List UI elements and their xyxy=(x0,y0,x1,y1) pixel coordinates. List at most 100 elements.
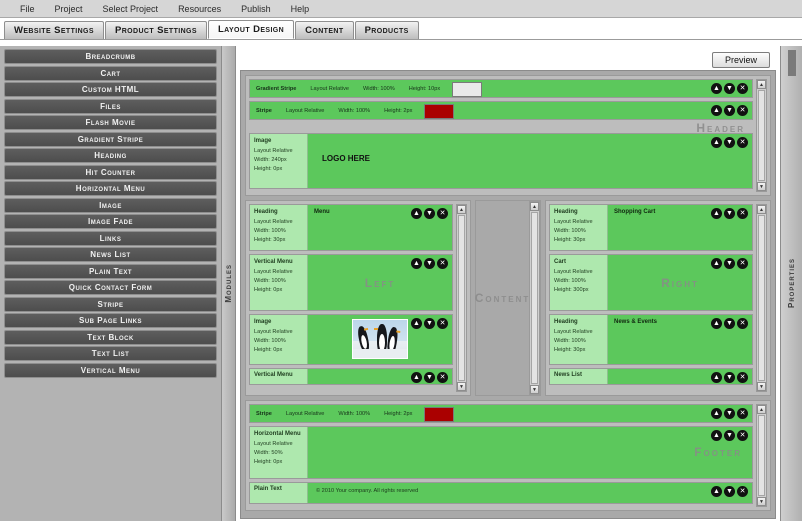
block-image-logo[interactable]: Image Layout Relative Width: 240px Heigh… xyxy=(249,133,753,189)
block-horizontal-menu[interactable]: Horizontal Menu Layout Relative Width: 5… xyxy=(249,426,753,479)
module-news-list[interactable]: News List xyxy=(4,247,217,262)
modules-pane-tab[interactable]: Modules xyxy=(222,46,236,521)
move-up-icon[interactable]: ▲ xyxy=(711,486,722,497)
module-cart[interactable]: Cart xyxy=(4,65,217,81)
block-news-list-collapsed[interactable]: News List ▲ ▼ ✕ xyxy=(549,368,753,385)
scroll-down-arrow[interactable]: ▼ xyxy=(457,382,466,391)
tab-product-settings[interactable]: Product Settings xyxy=(104,21,207,39)
block-image-penguins[interactable]: Image Layout Relative Width: 100% Height… xyxy=(249,314,453,365)
remove-icon[interactable]: ✕ xyxy=(737,83,748,94)
block-heading-news-events[interactable]: Heading Layout Relative Width: 100% Heig… xyxy=(549,314,753,365)
move-down-icon[interactable]: ▼ xyxy=(724,83,735,94)
gradient-stripe-swatch[interactable] xyxy=(452,82,483,97)
module-breadcrumb[interactable]: Breadcrumb xyxy=(4,49,217,64)
scroll-down-arrow[interactable]: ▼ xyxy=(530,385,539,394)
scroll-down-arrow[interactable]: ▼ xyxy=(757,497,766,506)
move-up-icon[interactable]: ▲ xyxy=(711,105,722,116)
region-left-column[interactable]: Heading Layout Relative Width: 100% Heig… xyxy=(245,200,471,396)
block-gradient-stripe[interactable]: Gradient Stripe Layout Relative Width: 1… xyxy=(249,79,753,98)
scroll-thumb[interactable] xyxy=(758,415,765,496)
scroll-up-arrow[interactable]: ▲ xyxy=(757,405,766,414)
tab-website-settings[interactable]: Website Settings xyxy=(4,21,104,39)
header-scrollbar[interactable]: ▲ ▼ xyxy=(756,79,767,192)
scroll-thumb[interactable] xyxy=(758,90,765,181)
properties-grip[interactable] xyxy=(788,50,796,76)
move-down-icon[interactable]: ▼ xyxy=(724,372,735,383)
move-down-icon[interactable]: ▼ xyxy=(424,372,435,383)
move-down-icon[interactable]: ▼ xyxy=(724,318,735,329)
move-up-icon[interactable]: ▲ xyxy=(411,318,422,329)
remove-icon[interactable]: ✕ xyxy=(737,318,748,329)
scroll-up-arrow[interactable]: ▲ xyxy=(457,205,466,214)
menu-item-project[interactable]: Project xyxy=(45,2,93,16)
preview-button[interactable]: Preview xyxy=(711,52,770,68)
scroll-thumb[interactable] xyxy=(758,215,765,381)
module-image[interactable]: Image xyxy=(4,197,217,213)
move-down-icon[interactable]: ▼ xyxy=(424,318,435,329)
region-footer[interactable]: Stripe Layout Relative Width: 100% Heigh… xyxy=(245,400,771,511)
module-stripe[interactable]: Stripe xyxy=(4,296,217,312)
module-horizontal-menu[interactable]: Horizontal Menu xyxy=(4,181,217,196)
move-up-icon[interactable]: ▲ xyxy=(411,372,422,383)
scroll-down-arrow[interactable]: ▼ xyxy=(757,182,766,191)
move-up-icon[interactable]: ▲ xyxy=(711,208,722,219)
menu-item-resources[interactable]: Resources xyxy=(168,2,231,16)
stripe-color-swatch[interactable] xyxy=(424,104,455,119)
remove-icon[interactable]: ✕ xyxy=(437,208,448,219)
scroll-down-arrow[interactable]: ▼ xyxy=(757,382,766,391)
module-custom-html[interactable]: Custom HTML xyxy=(4,82,217,97)
right-column-scrollbar[interactable]: ▲ ▼ xyxy=(756,204,767,392)
remove-icon[interactable]: ✕ xyxy=(737,208,748,219)
move-down-icon[interactable]: ▼ xyxy=(724,408,735,419)
block-vertical-menu-collapsed[interactable]: Vertical Menu ▲ ▼ ✕ xyxy=(249,368,453,385)
move-down-icon[interactable]: ▼ xyxy=(724,258,735,269)
block-cart[interactable]: Cart Layout Relative Width: 100% Height:… xyxy=(549,254,753,311)
scroll-thumb[interactable] xyxy=(531,212,538,384)
move-up-icon[interactable]: ▲ xyxy=(711,318,722,329)
region-header[interactable]: Gradient Stripe Layout Relative Width: 1… xyxy=(245,75,771,196)
move-down-icon[interactable]: ▼ xyxy=(424,208,435,219)
module-vertical-menu[interactable]: Vertical Menu xyxy=(4,362,217,378)
remove-icon[interactable]: ✕ xyxy=(737,105,748,116)
move-down-icon[interactable]: ▼ xyxy=(724,430,735,441)
move-up-icon[interactable]: ▲ xyxy=(711,408,722,419)
remove-icon[interactable]: ✕ xyxy=(737,486,748,497)
module-gradient-stripe[interactable]: Gradient Stripe xyxy=(4,131,217,147)
remove-icon[interactable]: ✕ xyxy=(737,137,748,148)
scroll-up-arrow[interactable]: ▲ xyxy=(757,205,766,214)
layout-canvas[interactable]: Gradient Stripe Layout Relative Width: 1… xyxy=(240,70,776,519)
move-up-icon[interactable]: ▲ xyxy=(711,372,722,383)
module-text-list[interactable]: Text List xyxy=(4,346,217,361)
remove-icon[interactable]: ✕ xyxy=(437,372,448,383)
block-vertical-menu[interactable]: Vertical Menu Layout Relative Width: 100… xyxy=(249,254,453,311)
module-flash-movie[interactable]: Flash Movie xyxy=(4,115,217,130)
module-heading[interactable]: Heading xyxy=(4,148,217,163)
block-footer-stripe[interactable]: Stripe Layout Relative Width: 100% Heigh… xyxy=(249,404,753,423)
module-sub-page-links[interactable]: Sub Page Links xyxy=(4,313,217,328)
menu-item-file[interactable]: File xyxy=(10,2,45,16)
scroll-up-arrow[interactable]: ▲ xyxy=(530,202,539,211)
module-quick-contact-form[interactable]: Quick Contact Form xyxy=(4,280,217,295)
left-column-scrollbar[interactable]: ▲ ▼ xyxy=(456,204,467,392)
tab-content[interactable]: Content xyxy=(295,21,354,39)
block-heading-menu[interactable]: Heading Layout Relative Width: 100% Heig… xyxy=(249,204,453,251)
move-down-icon[interactable]: ▼ xyxy=(724,105,735,116)
menu-item-help[interactable]: Help xyxy=(281,2,320,16)
move-up-icon[interactable]: ▲ xyxy=(711,83,722,94)
scroll-thumb[interactable] xyxy=(458,215,465,381)
remove-icon[interactable]: ✕ xyxy=(737,430,748,441)
move-up-icon[interactable]: ▲ xyxy=(411,208,422,219)
module-links[interactable]: Links xyxy=(4,230,217,246)
block-heading-shopping-cart[interactable]: Heading Layout Relative Width: 100% Heig… xyxy=(549,204,753,251)
tab-products[interactable]: Products xyxy=(354,21,419,39)
module-image-fade[interactable]: Image Fade xyxy=(4,214,217,229)
region-right-column[interactable]: Heading Layout Relative Width: 100% Heig… xyxy=(545,200,771,396)
block-plain-text[interactable]: Plain Text © 2010 Your company. All righ… xyxy=(249,482,753,504)
footer-scrollbar[interactable]: ▲ ▼ xyxy=(756,404,767,507)
scroll-up-arrow[interactable]: ▲ xyxy=(757,80,766,89)
move-up-icon[interactable]: ▲ xyxy=(711,258,722,269)
menu-item-publish[interactable]: Publish xyxy=(231,2,281,16)
module-files[interactable]: Files xyxy=(4,98,217,114)
move-down-icon[interactable]: ▼ xyxy=(724,208,735,219)
module-plain-text[interactable]: Plain Text xyxy=(4,263,217,279)
